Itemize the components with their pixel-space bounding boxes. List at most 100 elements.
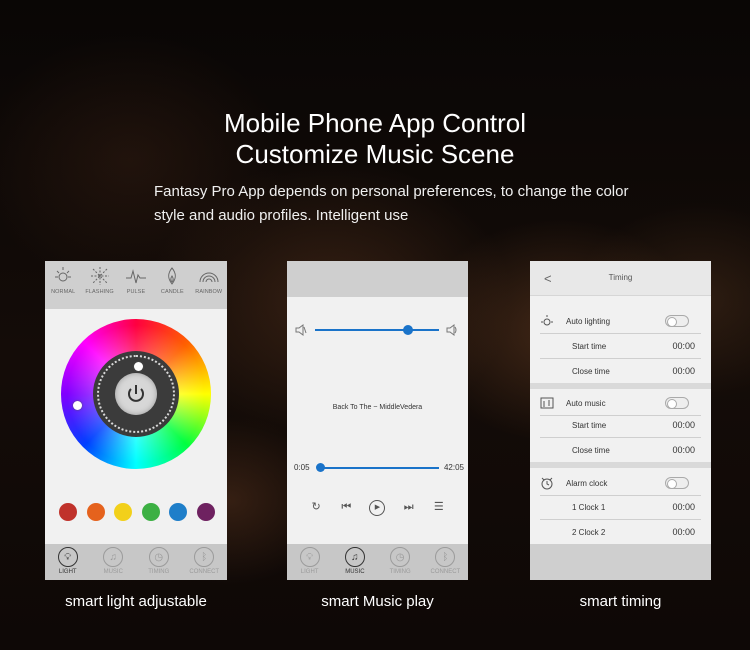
page-title: Timing <box>608 273 633 282</box>
auto-music-toggle[interactable] <box>665 397 689 409</box>
mode-label: FLASHING <box>85 289 114 295</box>
music-header <box>287 261 468 297</box>
repeat-icon[interactable]: ↻ <box>309 500 323 514</box>
alarm-clock-icon <box>541 477 553 490</box>
alarm-clock-row: Alarm clock <box>540 471 701 496</box>
sun-icon <box>541 315 553 326</box>
auto-lighting-toggle[interactable] <box>665 315 689 327</box>
total-time: 42:05 <box>443 463 464 472</box>
mode-normal[interactable]: NORMAL <box>46 261 80 309</box>
swatch-blue[interactable] <box>169 503 188 521</box>
color-swatches <box>59 503 215 521</box>
mode-candle[interactable]: CANDLE <box>155 261 189 309</box>
mode-label: PULSE <box>126 289 146 295</box>
timing-footer <box>530 544 711 580</box>
tab-label: MUSIC <box>103 569 123 575</box>
play-icon[interactable]: ▶︎ <box>369 500 386 516</box>
row-label: Close time <box>572 367 610 376</box>
next-icon[interactable]: ⏭︎ <box>402 500 416 514</box>
tab-connect[interactable]: ᛒ CONNECT <box>184 544 224 580</box>
mode-rainbow[interactable]: RAINBOW <box>192 261 226 309</box>
time-value: 00:00 <box>672 445 695 455</box>
volume-slider[interactable] <box>287 321 468 341</box>
swatch-yellow[interactable] <box>114 503 133 521</box>
tab-label: LIGHT <box>58 569 77 575</box>
alarm-clock-toggle[interactable] <box>665 477 689 489</box>
tab-label: CONNECT <box>430 569 461 575</box>
color-picker-handle[interactable] <box>73 401 82 410</box>
tab-music[interactable]: ♫ MUSIC <box>335 544 375 580</box>
pulse-icon <box>125 269 146 284</box>
tab-timing[interactable]: ◷ TIMING <box>139 544 179 580</box>
progress-track <box>317 467 439 469</box>
section-divider <box>530 462 711 468</box>
progress-bar[interactable]: 0:05 42:05 <box>287 460 468 476</box>
heading-line-1: Mobile Phone App Control <box>223 108 527 138</box>
light-screen: NORMAL FLASHING PULSE CANDLE RAINBOW 💡︎ … <box>45 261 227 580</box>
clock-icon: ◷ <box>390 547 411 567</box>
brightness-handle[interactable] <box>134 362 143 371</box>
volume-thumb[interactable] <box>403 325 413 335</box>
tab-label: LIGHT <box>300 569 319 575</box>
tab-timing[interactable]: ◷ TIMING <box>380 544 420 580</box>
music-note-icon <box>540 397 554 409</box>
volume-low-icon <box>295 324 307 336</box>
row-label: Auto music <box>566 399 606 408</box>
section-divider <box>530 383 711 389</box>
row-label: 2 Clock 2 <box>572 528 606 537</box>
clock-1-row[interactable]: 1 Clock 1 00:00 <box>540 495 701 520</box>
row-label: Auto lighting <box>566 317 611 326</box>
row-label: Start time <box>572 342 607 351</box>
caption-music: smart Music play <box>321 593 434 610</box>
volume-high-icon <box>446 324 457 336</box>
bulb-icon: 💡︎ <box>57 547 78 567</box>
mode-pulse[interactable]: PULSE <box>119 261 153 309</box>
swatch-purple[interactable] <box>196 503 215 521</box>
song-title: Back To The ~ MiddleVedera <box>332 404 423 411</box>
swatch-red[interactable] <box>59 503 77 521</box>
previous-icon[interactable]: ⏮︎ <box>339 500 353 514</box>
auto-lighting-close-row[interactable]: Close time 00:00 <box>540 359 701 383</box>
tab-light[interactable]: 💡︎ LIGHT <box>48 544 88 580</box>
auto-lighting-start-row[interactable]: Start time 00:00 <box>540 334 701 359</box>
tab-light[interactable]: 💡︎ LIGHT <box>290 544 330 580</box>
tab-music[interactable]: ♫ MUSIC <box>93 544 133 580</box>
time-value: 00:00 <box>672 502 695 512</box>
row-label: 1 Clock 1 <box>572 503 606 512</box>
tab-connect[interactable]: ᛒ CONNECT <box>425 544 465 580</box>
clock-2-row[interactable]: 2 Clock 2 00:00 <box>540 520 701 544</box>
candle-icon <box>168 267 177 285</box>
timing-screen: < Timing Auto lighting Start time 00:00 … <box>530 261 711 580</box>
time-value: 00:00 <box>672 366 695 376</box>
mode-label: CANDLE <box>160 289 184 295</box>
elapsed-time: 0:05 <box>294 463 310 472</box>
auto-lighting-row: Auto lighting <box>540 309 701 334</box>
row-label: Start time <box>572 421 607 430</box>
timing-header: < Timing <box>530 261 711 296</box>
auto-music-start-row[interactable]: Start time 00:00 <box>540 413 701 438</box>
swatch-orange[interactable] <box>86 503 105 521</box>
bulb-icon: 💡︎ <box>299 547 320 567</box>
bluetooth-icon: ᛒ <box>435 547 456 567</box>
progress-thumb[interactable] <box>316 463 325 472</box>
clock-icon: ◷ <box>148 547 169 567</box>
tab-bar: 💡︎ LIGHT ♫ MUSIC ◷ TIMING ᛒ CONNECT <box>287 544 468 580</box>
row-label: Alarm clock <box>566 479 608 488</box>
row-label: Close time <box>572 446 610 455</box>
sun-icon <box>55 267 72 282</box>
tab-label: CONNECT <box>189 569 220 575</box>
description-line-1: Fantasy Pro App depends on personal pref… <box>154 183 629 200</box>
time-value: 00:00 <box>672 527 695 537</box>
tab-label: TIMING <box>389 569 411 575</box>
caption-light: smart light adjustable <box>65 593 207 610</box>
playlist-icon[interactable]: ☰ <box>432 500 446 514</box>
playback-controls: ↻ ⏮︎ ▶︎ ⏭︎ ☰ <box>287 500 468 516</box>
mode-flashing[interactable]: FLASHING <box>83 261 117 309</box>
power-icon <box>128 385 144 402</box>
power-button[interactable] <box>115 373 157 415</box>
swatch-green[interactable] <box>141 503 160 521</box>
auto-music-close-row[interactable]: Close time 00:00 <box>540 438 701 462</box>
volume-track <box>315 329 439 331</box>
heading-line-2: Customize Music Scene <box>235 139 515 169</box>
flash-icon <box>90 267 109 285</box>
